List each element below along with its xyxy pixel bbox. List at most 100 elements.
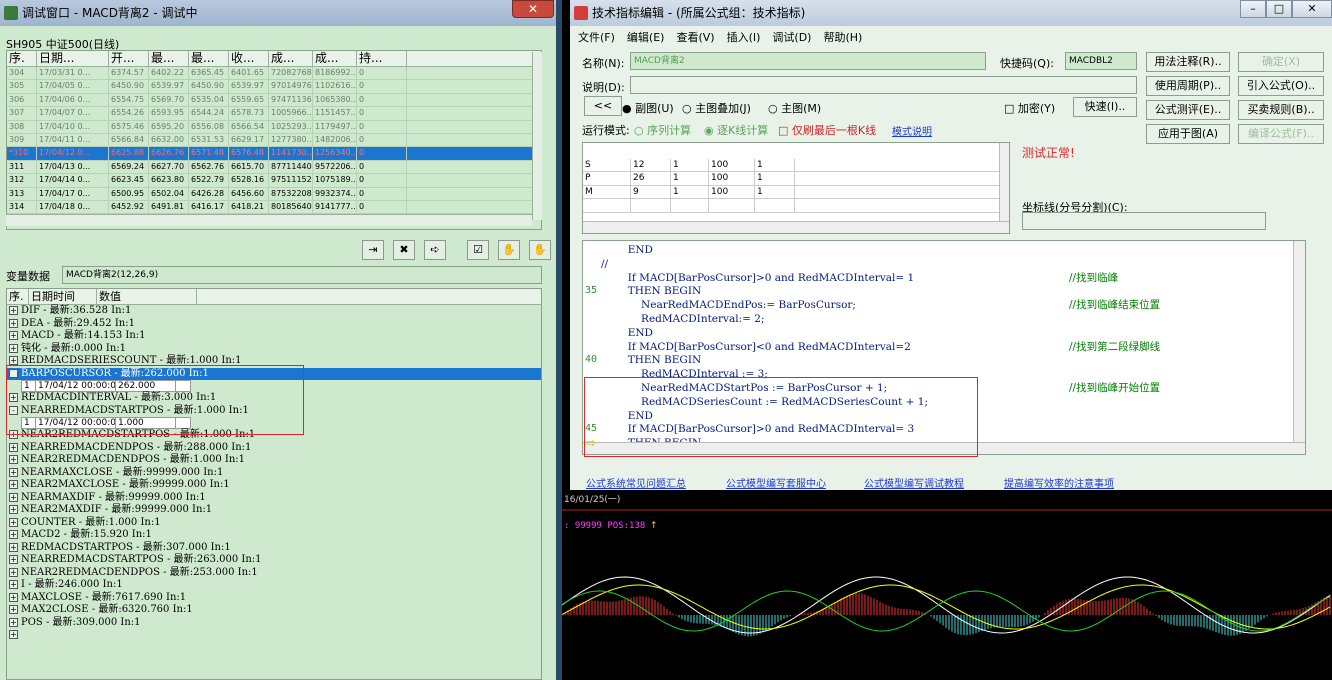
params-hscrollbar[interactable] [583, 221, 1009, 233]
stop-button-icon[interactable]: ✖ [393, 240, 415, 260]
radio-sub-chart[interactable]: ● 副图(U) [622, 100, 674, 116]
desc-field[interactable] [630, 76, 1137, 94]
help-link[interactable]: 公式系统常见问题汇总 [586, 475, 686, 490]
run-button-icon[interactable]: ➪ [424, 240, 446, 260]
var-tree-item[interactable]: + REDMACDSTARTPOS - 最新:307.000 In:1 [7, 542, 541, 555]
var-tree-item[interactable]: + NEARMAXDIF - 最新:99999.000 In:1 [7, 492, 541, 505]
param-row[interactable]: S 12 1 100 1 [583, 159, 999, 173]
var-tree-item[interactable]: + NEAR2MAXCLOSE - 最新:99999.000 In:1 [7, 479, 541, 492]
editor-button[interactable]: 编译公式(F).. [1238, 124, 1324, 144]
expand-icon[interactable]: + [9, 306, 18, 315]
editor-button[interactable]: 用法注释(R).. [1146, 52, 1230, 72]
table-row[interactable]: 311 17/04/13 0... 6569.24 6627.70 6562.76 661… [7, 160, 541, 175]
expand-icon[interactable]: + [9, 617, 18, 627]
column-header[interactable]: 日期... [37, 51, 109, 66]
close-icon[interactable]: ✕ [512, 0, 554, 18]
minimize-icon[interactable]: – [1240, 0, 1266, 18]
hand-button-icon[interactable]: ✋ [498, 240, 520, 260]
mode-last-checkbox[interactable]: □ 仅刷最后一根K线 [778, 122, 876, 138]
expand-icon[interactable]: + [9, 580, 18, 589]
mode-bar-radio[interactable]: ◉ 逐K线计算 [704, 122, 768, 138]
editor-button[interactable]: 使用周期(P).. [1146, 76, 1230, 96]
coord-field[interactable] [1022, 212, 1266, 230]
expand-icon[interactable]: + [9, 492, 18, 502]
expand-icon[interactable]: + [9, 555, 18, 564]
expand-icon[interactable]: + [9, 318, 18, 328]
maximize-icon[interactable]: □ [1266, 0, 1292, 18]
expand-icon[interactable]: + [9, 567, 18, 577]
editor-button[interactable]: 引入公式(O).. [1238, 76, 1324, 96]
window-splitter[interactable] [556, 0, 562, 680]
editor-button[interactable]: 买卖规则(B).. [1238, 100, 1324, 120]
var-tree-item[interactable]: + NEARREDMACDENDPOS - 最新:288.000 In:1 [7, 442, 541, 455]
column-header[interactable]: 成... [269, 51, 313, 66]
menu-item[interactable]: 文件(F) [578, 29, 615, 45]
bar-table-scrollbar[interactable] [532, 52, 542, 220]
var-tree-item[interactable]: + [7, 629, 541, 642]
table-row[interactable]: 313 17/04/17 0... 6500.95 6502.04 6426.28 645… [7, 187, 541, 201]
step-button-icon[interactable]: ⇥ [362, 240, 384, 260]
var-tree-item[interactable]: + DIF - 最新:36.528 In:1 [7, 305, 541, 318]
expand-icon[interactable]: + [9, 517, 18, 527]
column-header[interactable]: 最... [189, 51, 229, 66]
menu-item[interactable]: 编辑(E) [627, 29, 665, 45]
var-tree-item[interactable]: + 钝化 - 最新:0.000 In:1 [7, 343, 541, 356]
menu-item[interactable]: 插入(I) [727, 29, 761, 45]
column-header[interactable]: 成... [313, 51, 357, 66]
expand-icon[interactable]: + [9, 356, 18, 365]
var-tree-item[interactable]: + NEAR2REDMACDENDPOS - 最新:1.000 In:1 [7, 454, 541, 467]
column-header[interactable]: 开... [109, 51, 149, 66]
help-link[interactable]: 公式模型编写调试教程 [864, 475, 964, 490]
column-header[interactable]: 序. [7, 51, 37, 66]
column-header[interactable]: 收... [229, 51, 269, 66]
code-scrollbar[interactable] [1293, 241, 1305, 443]
back-button[interactable]: << [584, 96, 622, 116]
menu-item[interactable]: 调试(D) [772, 29, 811, 45]
macd-chart[interactable]: 16/01/25(一) : 99999 POS:138 ↑ [562, 490, 1332, 680]
var-tree-item[interactable]: + NEARREDMACDSTARTPOS - 最新:263.000 In:1 [7, 554, 541, 567]
param-row[interactable] [583, 199, 999, 213]
params-scrollbar[interactable] [999, 143, 1009, 221]
var-tree-item[interactable]: + NEAR2MAXDIF - 最新:99999.000 In:1 [7, 504, 541, 517]
name-field[interactable]: MACD背离2 [630, 52, 986, 70]
table-row[interactable]: *310 17/04/12 0... 6625.88 6626.76 6571.48 65… [7, 147, 541, 161]
close-icon[interactable]: ✕ [1292, 0, 1332, 18]
watch-button-icon[interactable]: ☑ [467, 240, 489, 260]
radio-main-overlay[interactable]: ○ 主图叠加(J) [682, 100, 751, 116]
table-row[interactable]: 305 17/04/05 0... 6450.90 6539.97 6450.90 653… [7, 80, 541, 94]
expand-icon[interactable]: + [9, 605, 18, 614]
menu-item[interactable]: 帮助(H) [823, 29, 862, 45]
editor-button[interactable]: 公式测评(E).. [1146, 100, 1230, 120]
expand-icon[interactable]: + [9, 455, 18, 464]
var-tree-item[interactable]: + MAXCLOSE - 最新:7617.690 In:1 [7, 592, 541, 605]
column-header[interactable]: 持... [357, 51, 407, 66]
param-row[interactable]: P 26 1 100 1 [583, 172, 999, 186]
table-row[interactable]: 304 17/03/31 0... 6374.57 6402.22 6365.45 640… [7, 67, 541, 81]
expand-icon[interactable]: + [9, 505, 18, 514]
var-tree-item[interactable]: + NEARMAXCLOSE - 最新:99999.000 In:1 [7, 467, 541, 480]
var-tree-item[interactable]: + POS - 最新:309.000 In:1 [7, 617, 541, 630]
params-table[interactable]: S 12 1 100 1 P 26 1 100 1 M 9 1 100 1 [582, 142, 1010, 234]
var-tree-item[interactable]: + MAX2CLOSE - 最新:6320.760 In:1 [7, 604, 541, 617]
expand-icon[interactable]: + [9, 480, 18, 489]
mode-seq-radio[interactable]: ○ 序列计算 [634, 122, 691, 138]
expand-icon[interactable]: + [9, 331, 18, 340]
shortcut-field[interactable]: MACDBL2 [1065, 52, 1137, 70]
expand-icon[interactable]: + [9, 467, 18, 477]
quick-button[interactable]: 快速(I).. [1073, 97, 1137, 117]
table-row[interactable]: 306 17/04/06 0... 6554.75 6569.70 6535.04 655… [7, 93, 541, 108]
bar-table-hscrollbar[interactable] [6, 214, 532, 226]
expand-icon[interactable]: + [9, 630, 18, 639]
var-tree[interactable]: 序. 日期时间 数值 + DIF - 最新:36.528 In:1 + DEA - 最新:… [6, 288, 542, 680]
var-tree-item[interactable]: + MACD - 最新:14.153 In:1 [7, 330, 541, 343]
table-row[interactable]: 307 17/04/07 0... 6554.26 6593.95 6544.24 657… [7, 107, 541, 121]
help-link[interactable]: 公式模型编写套服中心 [726, 475, 826, 490]
expand-icon[interactable]: + [9, 343, 18, 353]
var-tree-item[interactable]: + NEAR2REDMACDENDPOS - 最新:253.000 In:1 [7, 567, 541, 580]
cursor-button-icon[interactable]: ✋ [529, 240, 551, 260]
expand-icon[interactable]: + [9, 442, 18, 452]
var-formula-field[interactable]: MACD背离2(12,26,9) [62, 266, 542, 284]
var-tree-item[interactable]: + I - 最新:246.000 In:1 [7, 579, 541, 592]
var-tree-item[interactable]: + COUNTER - 最新:1.000 In:1 [7, 517, 541, 530]
expand-icon[interactable]: + [9, 542, 18, 552]
